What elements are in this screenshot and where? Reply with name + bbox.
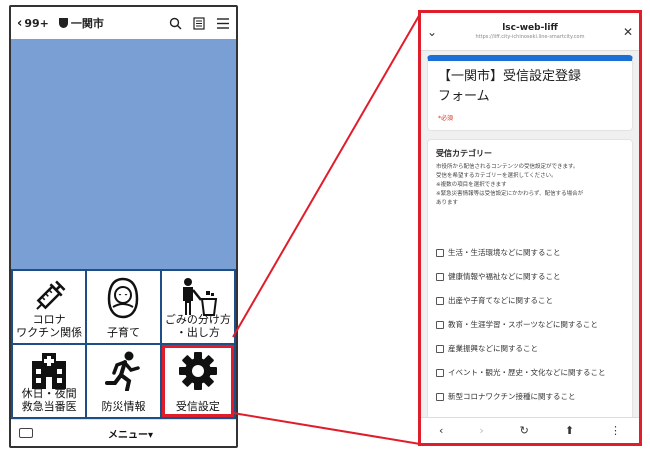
checkbox[interactable]	[436, 345, 444, 353]
chevron-left-icon: ‹	[17, 15, 23, 31]
notes-icon[interactable]	[192, 16, 206, 30]
form-content: 【一関市】受信設定登録 フォーム *必須 受信カテゴリー 市役所から配信されるコ…	[421, 51, 639, 423]
chevron-down-icon[interactable]: ⌄	[427, 25, 443, 39]
running-person-icon	[103, 351, 143, 395]
required-note: *必須	[438, 115, 454, 122]
line-chat-screen: ‹ 99+ 一関市 コロナ ワクチン関係 子育て ごみの分け方 ・出し方 休日・…	[9, 5, 238, 448]
composite-stage: ‹ 99+ 一関市 コロナ ワクチン関係 子育て ごみの分け方 ・出し方 休日・…	[0, 0, 650, 456]
tile-label: 受信設定	[175, 400, 220, 413]
keyboard-icon[interactable]	[19, 428, 33, 438]
webview-header: ⌄ lsc-web-liff https://liff.city-ichinos…	[421, 13, 639, 51]
webview-nav-bar: ‹ › ↻ ⬆ ⋮	[421, 417, 639, 443]
option-checkbox[interactable]: 教育・生涯学習・スポーツなどに関すること	[436, 320, 624, 330]
question-card: 受信カテゴリー 市役所から配信されるコンテンツの受信設定ができます。 受信を希望…	[427, 139, 633, 423]
tile-label: 防災情報	[101, 400, 146, 413]
back-arrow-icon[interactable]: ‹	[439, 424, 443, 437]
menu-icon[interactable]	[216, 16, 230, 30]
reload-icon[interactable]: ↻	[520, 424, 529, 437]
option-list: 生活・生活環境などに関すること 健康情報や福祉などに関すること 出産や子育てなど…	[436, 248, 624, 402]
trash-sorting-icon	[176, 277, 220, 321]
option-checkbox[interactable]: 出産や子育てなどに関すること	[436, 296, 624, 306]
chat-bottom-bar: メニュー▾	[11, 419, 236, 446]
option-checkbox[interactable]: 生活・生活環境などに関すること	[436, 248, 624, 258]
checkbox[interactable]	[436, 321, 444, 329]
tile-label: 子育て	[106, 326, 140, 339]
webview-url: https://liff.city-ichinoseki.line-smartc…	[475, 34, 585, 40]
menu-tile-disaster-info[interactable]: 防災情報	[87, 345, 160, 417]
shield-icon	[58, 18, 68, 28]
close-icon[interactable]: ✕	[617, 25, 633, 39]
question-title: 受信カテゴリー	[436, 149, 492, 158]
more-vertical-icon[interactable]: ⋮	[610, 424, 621, 437]
menu-toggle-button[interactable]: メニュー▾	[33, 426, 228, 441]
menu-tile-reception-settings[interactable]: 受信設定	[161, 345, 234, 417]
checkbox[interactable]	[436, 369, 444, 377]
gear-icon	[178, 351, 218, 395]
webview-title: lsc-web-liff	[502, 23, 558, 33]
back-button[interactable]: ‹ 99+	[17, 16, 49, 31]
option-checkbox[interactable]: イベント・観光・歴史・文化などに関すること	[436, 368, 624, 378]
checkbox[interactable]	[436, 273, 444, 281]
form-title-card: 【一関市】受信設定登録 フォーム *必須	[427, 55, 633, 131]
menu-tile-vaccine[interactable]: コロナ ワクチン関係	[13, 271, 86, 343]
checkbox[interactable]	[436, 297, 444, 305]
share-icon[interactable]: ⬆	[565, 424, 574, 437]
baby-icon	[103, 277, 143, 323]
webview-titlebox: lsc-web-liff https://liff.city-ichinosek…	[443, 23, 617, 40]
unread-count: 99+	[24, 16, 49, 30]
forward-arrow-icon[interactable]: ›	[479, 424, 483, 437]
question-description: 市役所から配信されるコンテンツの受信設定ができます。 受信を希望するカテゴリーを…	[436, 164, 584, 206]
checkbox[interactable]	[436, 393, 444, 401]
option-checkbox[interactable]: 産業振興などに関すること	[436, 344, 624, 354]
rich-menu: コロナ ワクチン関係 子育て ごみの分け方 ・出し方 休日・夜間 救急当番医 防…	[11, 269, 236, 419]
liff-webview: ⌄ lsc-web-liff https://liff.city-ichinos…	[418, 10, 642, 446]
menu-tile-garbage[interactable]: ごみの分け方 ・出し方	[161, 271, 234, 343]
room-name: 一関市	[70, 17, 104, 30]
chat-body	[11, 39, 236, 271]
form-title: 【一関市】受信設定登録 フォーム	[438, 69, 582, 104]
option-checkbox[interactable]: 健康情報や福祉などに関すること	[436, 272, 624, 282]
menu-tile-emergency-doctor[interactable]: 休日・夜間 救急当番医	[13, 345, 86, 417]
chat-header: ‹ 99+ 一関市	[11, 7, 236, 39]
syringe-icon	[29, 277, 69, 321]
hospital-icon	[28, 351, 70, 393]
search-icon[interactable]	[168, 16, 182, 30]
checkbox[interactable]	[436, 249, 444, 257]
menu-tile-childcare[interactable]: 子育て	[87, 271, 160, 343]
option-checkbox[interactable]: 新型コロナワクチン接種に関すること	[436, 392, 624, 402]
